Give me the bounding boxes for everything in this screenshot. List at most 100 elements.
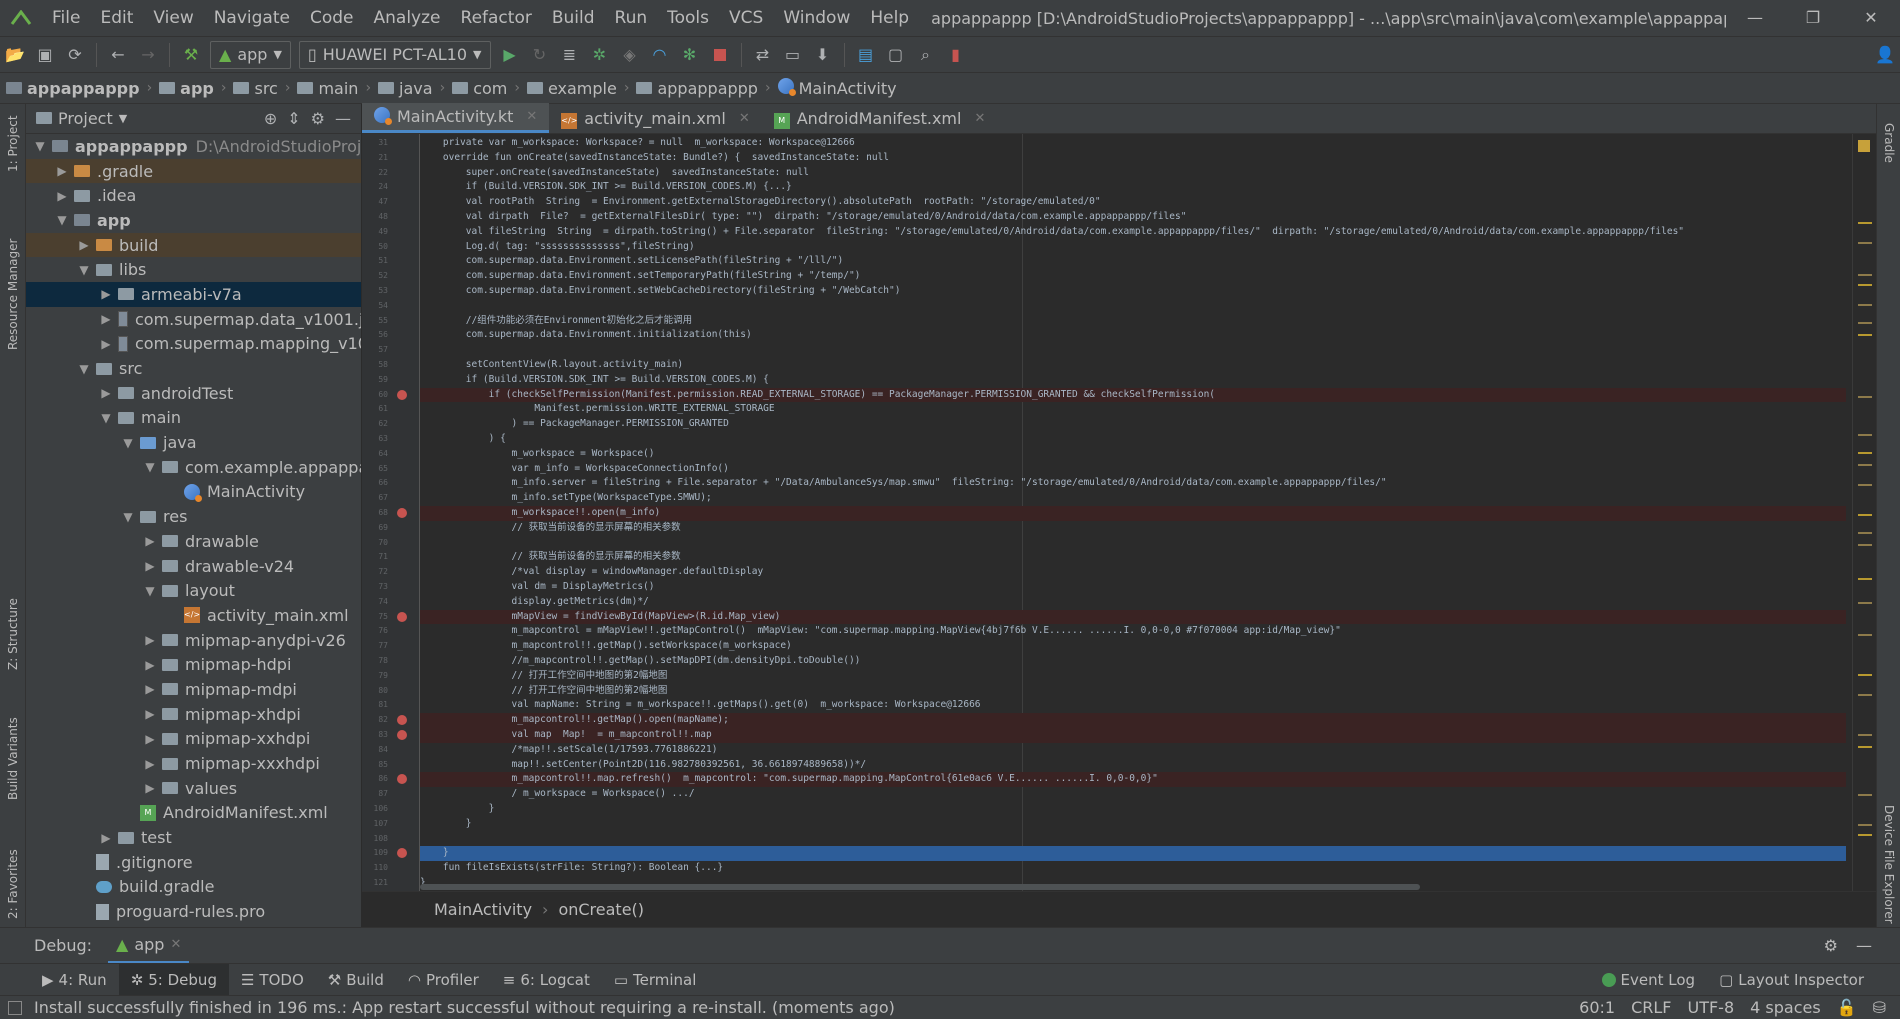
lock-icon[interactable]: 🔓	[1829, 998, 1865, 1017]
tree-folder[interactable]: ▼ res	[26, 504, 361, 529]
error-stripe-mark[interactable]	[1858, 794, 1872, 796]
tab-mainactivity-kt[interactable]: MainActivity.kt ✕	[362, 103, 550, 133]
error-stripe-mark[interactable]	[1858, 834, 1872, 836]
expanded-arrow-icon[interactable]: ▼	[120, 436, 136, 450]
code-line[interactable]: mMapView = findViewById(MapView>(R.id.Ma…	[420, 609, 1846, 625]
code-editor[interactable]: 31 21 22 24 47 48 49 50 51 52 53 54 55 56 57 58 59 60 61 62…	[362, 134, 1876, 891]
error-stripe-mark[interactable]	[1858, 634, 1872, 636]
code-line[interactable]: com.supermap.data.Environment.initializa…	[420, 328, 1846, 343]
tool-tab-5-debug[interactable]: ✲ 5: Debug	[118, 963, 229, 996]
tool-tab-project[interactable]: 1: Project	[0, 104, 26, 184]
status-message[interactable]: Install successfully finished in 196 ms.…	[34, 998, 1571, 1017]
menu-run[interactable]: Run	[605, 0, 658, 36]
breadcrumb-com[interactable]: com	[452, 79, 507, 98]
error-stripe[interactable]	[1852, 134, 1876, 891]
code-line[interactable]	[420, 832, 1846, 847]
error-stripe-mark[interactable]	[1858, 434, 1872, 436]
breadcrumb-method[interactable]: onCreate()	[558, 900, 644, 919]
tree-folder[interactable]: ▼ app	[26, 208, 361, 233]
indent-setting[interactable]: 4 spaces	[1742, 998, 1829, 1017]
file-encoding[interactable]: UTF-8	[1679, 998, 1742, 1017]
code-line[interactable]: com.supermap.data.Environment.setLicense…	[420, 254, 1846, 269]
error-stripe-mark[interactable]	[1858, 514, 1872, 516]
menu-window[interactable]: Window	[773, 0, 860, 36]
code-line[interactable]: // 获取当前设备的显示屏幕的相关参数	[420, 550, 1846, 565]
menu-help[interactable]: Help	[860, 0, 919, 36]
restore-button[interactable]: ❐	[1784, 0, 1842, 36]
breadcrumb-example[interactable]: example	[526, 79, 617, 98]
close-icon[interactable]: ✕	[739, 111, 750, 126]
error-stripe-mark[interactable]	[1858, 464, 1872, 466]
error-stripe-mark[interactable]	[1858, 746, 1872, 748]
expanded-arrow-icon[interactable]: ▼	[98, 411, 114, 425]
breadcrumb-appappappp[interactable]: appappappp	[636, 79, 758, 98]
close-icon[interactable]: ✕	[974, 111, 985, 126]
error-stripe-mark[interactable]	[1858, 222, 1872, 224]
layout-inspector-tab[interactable]: ▢ Layout Inspector	[1707, 964, 1876, 996]
code-line[interactable]: Manifest.permission.WRITE_EXTERNAL_STORA…	[420, 402, 1846, 417]
breadcrumb-class[interactable]: MainActivity	[434, 900, 532, 919]
debug-session-tab[interactable]: ▲ app ✕	[108, 928, 190, 964]
collapsed-arrow-icon[interactable]: ▶	[54, 164, 70, 178]
code-line[interactable]: m_mapcontrol = mMapView!!.getMapControl(…	[420, 624, 1846, 639]
tree-folder[interactable]: ▶ armeabi-v7a	[26, 282, 361, 307]
error-stripe-mark[interactable]	[1858, 242, 1872, 244]
collapsed-arrow-icon[interactable]: ▶	[142, 732, 158, 746]
code-line[interactable]: m_mapcontrol!!.map.refresh() m_mapcontro…	[420, 772, 1846, 788]
tool-tab-terminal[interactable]: ▭ Terminal	[602, 964, 709, 996]
save-all-icon[interactable]: ▣	[30, 40, 60, 70]
code-line[interactable]: val map Map! = m_mapcontrol!!.map	[420, 728, 1846, 743]
project-panel-title[interactable]: Project	[58, 109, 113, 128]
tree-folder[interactable]: ▼ main	[26, 406, 361, 431]
breakpoint-icon[interactable]	[397, 774, 407, 785]
error-stripe-mark[interactable]	[1858, 452, 1872, 454]
breadcrumb-mainactivity[interactable]: MainActivity	[777, 78, 897, 98]
attach-debugger-icon[interactable]: ✻	[675, 40, 705, 70]
tree-folder[interactable]: ▶ mipmap-xxxhdpi	[26, 751, 361, 776]
tree-folder[interactable]: ▶ com.supermap.data_v1001.jar	[26, 307, 361, 332]
tab-activity-main-xml[interactable]: </> activity_main.xml ✕	[549, 103, 761, 133]
tree-folder[interactable]: ▶ androidTest	[26, 381, 361, 406]
error-stripe-mark[interactable]	[1858, 734, 1872, 736]
tree-file[interactable]: proguard-rules.pro	[26, 899, 361, 924]
breadcrumb-appappappp[interactable]: appappappp	[6, 79, 140, 98]
tool-tab-profiler[interactable]: ◠ Profiler	[396, 964, 491, 996]
tree-folder[interactable]: ▶ values	[26, 776, 361, 801]
sdk-manager-icon[interactable]: ⬇	[808, 40, 838, 70]
breadcrumb-app[interactable]: app	[159, 79, 214, 98]
error-stripe-mark[interactable]	[1858, 532, 1872, 534]
caret-position[interactable]: 60:1	[1571, 998, 1623, 1017]
code-line[interactable]: }	[420, 817, 1846, 832]
menu-navigate[interactable]: Navigate	[204, 0, 300, 36]
code-line[interactable]: if (Build.VERSION.SDK_INT >= Build.VERSI…	[420, 373, 1846, 388]
menu-build[interactable]: Build	[542, 0, 605, 36]
collapsed-arrow-icon[interactable]: ▶	[98, 386, 114, 400]
collapsed-arrow-icon[interactable]: ▶	[142, 658, 158, 672]
code-line[interactable]: // 打开工作空间中地图的第2幅地图	[420, 669, 1846, 684]
tree-folder[interactable]: ▼ libs	[26, 257, 361, 282]
apply-changes-icon[interactable]: ↻	[525, 40, 555, 70]
tree-folder[interactable]: ▶ mipmap-xxhdpi	[26, 727, 361, 752]
code-line[interactable]: if (Build.VERSION.SDK_INT >= Build.VERSI…	[420, 180, 1846, 195]
menu-vcs[interactable]: VCS	[719, 0, 773, 36]
collapsed-arrow-icon[interactable]: ▶	[98, 287, 114, 301]
make-project-icon[interactable]: ⚒	[176, 40, 206, 70]
code-line[interactable]: / m_workspace = Workspace() .../	[420, 787, 1846, 802]
code-line[interactable]: fun fileIsExists(strFile: String?): Bool…	[420, 861, 1846, 876]
collapsed-arrow-icon[interactable]: ▶	[142, 707, 158, 721]
tree-folder[interactable]: ▶ mipmap-xhdpi	[26, 702, 361, 727]
tree-folder[interactable]: ▶ drawable	[26, 529, 361, 554]
stop-icon[interactable]	[705, 40, 735, 70]
horizontal-scrollbar[interactable]	[420, 883, 1846, 891]
error-stripe-mark[interactable]	[1858, 602, 1872, 604]
code-line[interactable]: }	[420, 802, 1846, 817]
code-line[interactable]	[420, 343, 1846, 358]
code-line[interactable]: // 打开工作空间中地图的第2幅地图	[420, 684, 1846, 699]
project-structure-icon[interactable]: ▤	[851, 40, 881, 70]
code-line[interactable]: display.getMetrics(dm)*/	[420, 595, 1846, 610]
collapsed-arrow-icon[interactable]: ▶	[142, 534, 158, 548]
code-line[interactable]: m_info.setType(WorkspaceType.SMWU);	[420, 491, 1846, 506]
error-stripe-mark[interactable]	[1858, 824, 1872, 826]
open-folder-icon[interactable]: 📂	[0, 40, 30, 70]
code-line[interactable]: com.supermap.data.Environment.setWebCach…	[420, 284, 1846, 299]
